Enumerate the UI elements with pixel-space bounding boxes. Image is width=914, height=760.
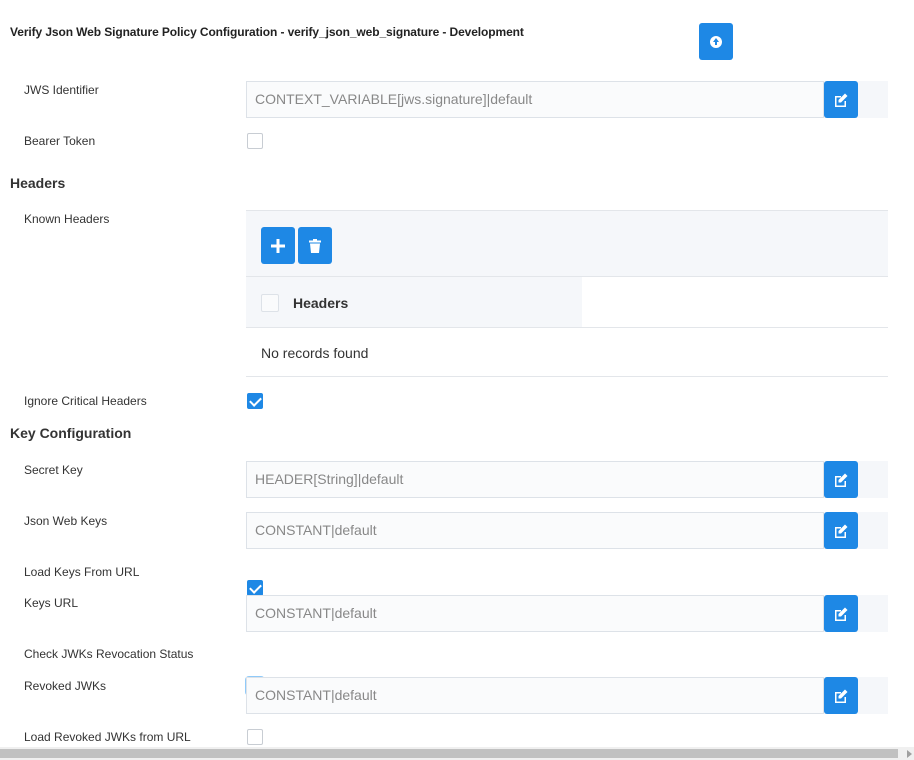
upload-button[interactable]	[699, 23, 733, 60]
revoked-jwks-label: Revoked JWKs	[24, 679, 107, 693]
load-revoked-jwks-label: Load Revoked JWKs from URL	[24, 730, 191, 744]
revoked-jwks-edit-button[interactable]	[824, 677, 858, 714]
jws-identifier-label: JWS Identifier	[24, 83, 99, 97]
check-jwks-revocation-label: Check JWKs Revocation Status	[24, 647, 194, 661]
scrollbar-thumb[interactable]	[0, 749, 898, 758]
revoked-jwks-field[interactable]: CONSTANT|default	[246, 677, 824, 714]
divider	[246, 327, 888, 328]
load-revoked-jwks-checkbox[interactable]	[247, 729, 263, 745]
edit-icon	[835, 524, 848, 538]
secret-key-label: Secret Key	[24, 463, 83, 477]
select-all-checkbox[interactable]	[261, 294, 279, 312]
known-headers-table: Headers No records found	[246, 210, 888, 377]
headers-column-title: Headers	[293, 295, 349, 311]
plus-icon	[271, 238, 285, 253]
json-web-keys-label: Json Web Keys	[24, 514, 108, 528]
ignore-critical-headers-label: Ignore Critical Headers	[24, 394, 147, 408]
arrow-circle-up-icon	[710, 35, 722, 48]
jws-identifier-edit-button[interactable]	[824, 81, 858, 118]
secret-key-field[interactable]: HEADER[String]|default	[246, 461, 824, 498]
page-title: Verify Json Web Signature Policy Configu…	[10, 25, 524, 39]
secret-key-row: HEADER[String]|default	[246, 461, 888, 498]
json-web-keys-field[interactable]: CONSTANT|default	[246, 512, 824, 549]
secret-key-edit-button[interactable]	[824, 461, 858, 498]
jws-identifier-field[interactable]: CONTEXT_VARIABLE[jws.signature]|default	[246, 81, 824, 118]
add-header-button[interactable]	[261, 227, 295, 264]
load-keys-from-url-label: Load Keys From URL	[24, 565, 140, 579]
json-web-keys-edit-button[interactable]	[824, 512, 858, 549]
keys-url-field[interactable]: CONSTANT|default	[246, 595, 824, 632]
bearer-token-checkbox[interactable]	[247, 133, 263, 149]
known-headers-toolbar	[246, 210, 888, 277]
jws-identifier-row: CONTEXT_VARIABLE[jws.signature]|default	[246, 81, 888, 118]
key-configuration-section-title: Key Configuration	[10, 425, 132, 441]
keys-url-label: Keys URL	[24, 596, 79, 610]
divider	[246, 376, 888, 377]
known-headers-label: Known Headers	[24, 212, 110, 226]
edit-icon	[835, 689, 848, 703]
json-web-keys-row: CONSTANT|default	[246, 512, 888, 549]
trash-icon	[309, 238, 321, 253]
empty-message: No records found	[261, 345, 369, 361]
headers-section-title: Headers	[10, 175, 66, 191]
scroll-right-icon[interactable]	[907, 750, 912, 758]
delete-header-button[interactable]	[298, 227, 332, 264]
load-keys-from-url-checkbox[interactable]	[247, 580, 263, 596]
horizontal-scrollbar[interactable]	[0, 747, 914, 760]
edit-icon	[835, 473, 848, 487]
ignore-critical-headers-checkbox[interactable]	[247, 393, 263, 409]
revoked-jwks-row: CONSTANT|default	[246, 677, 888, 714]
headers-column-header: Headers	[246, 277, 582, 327]
edit-icon	[835, 93, 848, 107]
edit-icon	[835, 607, 848, 621]
keys-url-edit-button[interactable]	[824, 595, 858, 632]
keys-url-row: CONSTANT|default	[246, 595, 888, 632]
bearer-token-label: Bearer Token	[24, 134, 96, 148]
